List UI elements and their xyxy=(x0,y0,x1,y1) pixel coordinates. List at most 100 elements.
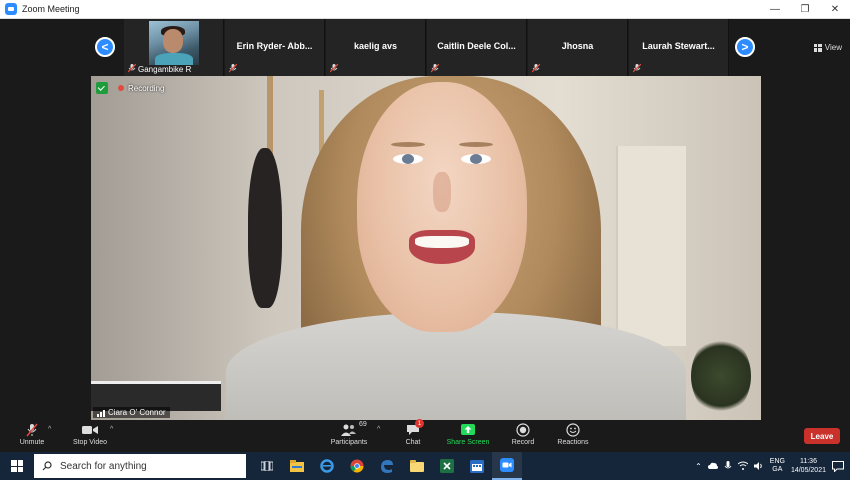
view-button[interactable]: View xyxy=(813,43,842,52)
muted-mic-icon xyxy=(532,64,540,73)
participant-tile[interactable]: Laurah Stewart... xyxy=(629,19,729,76)
microphone-tray-icon[interactable] xyxy=(724,461,732,471)
muted-mic-icon xyxy=(431,64,439,73)
notifications-icon[interactable] xyxy=(832,460,844,472)
video-options-caret[interactable]: ^ xyxy=(110,426,113,433)
muted-mic-icon xyxy=(633,64,641,73)
share-screen-icon xyxy=(461,423,475,435)
participant-tile[interactable]: Erin Ryder- Abb... xyxy=(225,19,325,76)
participant-name: Caitlin Deele Col... xyxy=(437,41,516,51)
zoom-app-icon xyxy=(5,3,17,15)
participants-count: 69 xyxy=(359,421,367,428)
recording-indicator: Recording xyxy=(96,82,164,94)
folder-icon xyxy=(410,460,424,472)
recording-dot-icon xyxy=(118,85,124,91)
reactions-smiley-icon xyxy=(566,422,580,437)
participant-tile[interactable]: Gangambike R xyxy=(124,19,224,76)
background-plant xyxy=(691,336,751,416)
grid-view-icon xyxy=(813,43,822,52)
keyboard-layout: GA xyxy=(772,466,783,473)
zoom-icon xyxy=(500,458,514,472)
taskbar-app-edge[interactable] xyxy=(372,452,402,480)
meeting-toolbar: Unmute ^ Stop Video ^ 69 Participants ^ … xyxy=(0,419,850,452)
muted-mic-icon xyxy=(26,423,38,436)
participants-button[interactable]: 69 Participants xyxy=(319,421,379,446)
record-icon xyxy=(516,422,530,437)
leave-button[interactable]: Leave xyxy=(804,428,840,444)
excel-icon xyxy=(440,459,454,473)
muted-mic-icon xyxy=(229,64,237,73)
taskbar-app-zoom[interactable] xyxy=(492,452,522,480)
reactions-label: Reactions xyxy=(557,439,589,446)
participant-tile[interactable]: kaelig avs xyxy=(326,19,426,76)
view-label: View xyxy=(824,43,842,52)
gallery-next-button[interactable]: > xyxy=(735,37,755,57)
chat-unread-badge: 1 xyxy=(415,419,424,428)
title-bar: Zoom Meeting — ❐ ✕ xyxy=(0,0,850,19)
background-guitar xyxy=(248,148,282,308)
signal-strength-icon xyxy=(97,409,105,417)
participant-name: Jhosna xyxy=(561,41,594,51)
participants-options-caret[interactable]: ^ xyxy=(377,426,380,433)
unmute-label: Unmute xyxy=(19,439,45,446)
taskbar-clock[interactable]: 11:36 14/05/2021 xyxy=(791,457,826,475)
chevron-left-icon: < xyxy=(101,40,109,54)
chrome-icon xyxy=(350,459,364,473)
tray-overflow-chevron-icon[interactable]: ⌃ xyxy=(695,462,702,471)
zoom-window: Zoom Meeting — ❐ ✕ < Gangambike R Erin R… xyxy=(0,0,850,480)
start-button[interactable] xyxy=(0,452,34,480)
gallery-prev-button[interactable]: < xyxy=(95,37,115,57)
system-tray: ⌃ ENG GA 11:36 14/05/2021 xyxy=(695,452,850,480)
audio-options-caret[interactable]: ^ xyxy=(48,426,51,433)
onedrive-cloud-icon[interactable] xyxy=(707,461,718,471)
chat-button[interactable]: 1 Chat xyxy=(383,419,443,446)
taskbar-app-folder[interactable] xyxy=(402,452,432,480)
chat-label: Chat xyxy=(405,439,421,446)
language-indicator[interactable]: ENG GA xyxy=(770,458,785,474)
recording-label: Recording xyxy=(128,83,165,93)
speaker-face xyxy=(357,82,527,332)
window-controls: — ❐ ✕ xyxy=(760,0,850,19)
participant-tile[interactable]: Jhosna xyxy=(528,19,628,76)
stop-video-label: Stop Video xyxy=(72,439,108,446)
participant-tile[interactable]: Caitlin Deele Col... xyxy=(427,19,527,76)
unmute-button[interactable]: Unmute xyxy=(2,422,62,446)
volume-icon[interactable] xyxy=(753,461,764,471)
taskbar-app-excel[interactable] xyxy=(432,452,462,480)
security-shield-icon[interactable] xyxy=(96,82,108,94)
speaker-name: Ciara O' Connor xyxy=(108,408,166,417)
close-button[interactable]: ✕ xyxy=(820,0,850,19)
wifi-icon[interactable] xyxy=(737,461,748,471)
task-view-button[interactable] xyxy=(252,452,282,480)
window-title: Zoom Meeting xyxy=(22,4,80,14)
windows-logo-icon xyxy=(11,460,23,472)
participant-strip: < Gangambike R Erin Ryder- Abb... kaelig… xyxy=(0,19,850,76)
windows-taskbar: Search for anything ⌃ ENG GA 11:36 14/05… xyxy=(0,452,850,480)
taskbar-app-edge-legacy[interactable] xyxy=(312,452,342,480)
background-door xyxy=(616,146,686,346)
muted-mic-icon xyxy=(330,64,338,73)
reactions-button[interactable]: Reactions xyxy=(543,422,603,446)
participant-name: kaelig avs xyxy=(353,41,398,51)
taskbar-app-file-explorer[interactable] xyxy=(282,452,312,480)
clock-date: 14/05/2021 xyxy=(790,467,826,474)
active-speaker-video[interactable]: Recording Ciara O' Connor xyxy=(91,76,761,420)
language-code: ENG xyxy=(769,458,785,465)
participant-name: Laurah Stewart... xyxy=(642,41,715,51)
file-explorer-icon xyxy=(290,460,304,472)
taskbar-app-outlook-calendar[interactable] xyxy=(462,452,492,480)
muted-mic-icon xyxy=(128,64,136,73)
internet-explorer-icon xyxy=(320,459,334,473)
taskbar-app-chrome[interactable] xyxy=(342,452,372,480)
taskbar-search-box[interactable]: Search for anything xyxy=(34,454,246,478)
video-camera-icon xyxy=(82,425,98,434)
task-view-icon xyxy=(261,461,273,471)
participant-video-thumbnail xyxy=(149,21,199,65)
search-icon xyxy=(42,461,52,471)
share-screen-button[interactable]: Share Screen xyxy=(438,422,498,446)
calendar-icon xyxy=(470,460,484,473)
search-placeholder: Search for anything xyxy=(60,460,147,472)
maximize-button[interactable]: ❐ xyxy=(790,0,820,19)
minimize-button[interactable]: — xyxy=(760,0,790,19)
edge-icon xyxy=(381,460,393,473)
